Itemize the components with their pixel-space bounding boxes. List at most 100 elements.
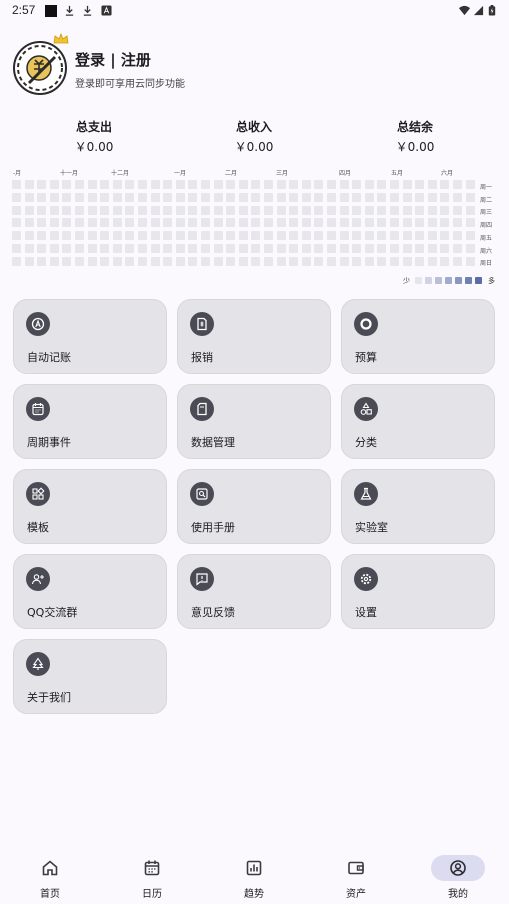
heatmap-cell: [213, 218, 223, 228]
heatmap-cell: [465, 244, 475, 253]
heatmap-cell: [226, 205, 236, 215]
heatmap-cell: [213, 205, 223, 215]
nav-home[interactable]: 首页: [5, 852, 95, 902]
heatmap-cell: [125, 192, 135, 202]
heatmap-cell: [390, 244, 399, 253]
card-settings[interactable]: 设置: [341, 554, 495, 629]
heatmap-cell: [12, 256, 21, 266]
heatmap-cell: [301, 244, 311, 253]
heatmap-cell: [251, 192, 261, 202]
heatmap-cell: [339, 231, 349, 241]
heatmap-cell: [24, 205, 34, 215]
nav-assets[interactable]: 资产: [311, 852, 401, 902]
card-about-us[interactable]: 关于我们: [13, 639, 167, 714]
nav-calendar[interactable]: 日历: [107, 852, 197, 902]
heatmap-cell: [364, 244, 374, 253]
heatmap-cell: [12, 244, 21, 253]
heatmap-cell: [276, 231, 286, 241]
legend-more-label: 多: [488, 277, 495, 285]
nav-label: 日历: [142, 889, 162, 900]
heatmap-cell: [150, 180, 160, 189]
heatmap-cell: [276, 205, 286, 215]
total-balance-value: ￥0.00: [395, 140, 435, 154]
heatmap-cell: [301, 256, 311, 266]
heatmap-cell: [314, 256, 324, 266]
heatmap-cell: [24, 192, 34, 202]
heatmap-cell: [427, 192, 437, 202]
card-data-management[interactable]: 数据管理: [177, 384, 331, 459]
heatmap-cell: [339, 180, 349, 189]
legend-swatch: [415, 277, 422, 284]
heatmap-cell: [289, 244, 299, 253]
heatmap-cell: [251, 180, 261, 189]
heatmap-cell: [339, 192, 349, 202]
heatmap-cell: [163, 256, 173, 266]
login-register-title[interactable]: 登录 | 注册: [75, 49, 151, 70]
heatmap-cell: [201, 218, 210, 228]
card-budget[interactable]: 预算: [341, 299, 495, 374]
heatmap-cell: [314, 231, 324, 241]
heatmap-month-label: 五月: [391, 170, 404, 177]
legend-swatch: [475, 277, 482, 284]
heatmap-cell: [62, 180, 72, 189]
heatmap-cell: [24, 231, 34, 241]
home-icon: [38, 858, 62, 878]
card-feedback[interactable]: 意见反馈: [177, 554, 331, 629]
card-lab[interactable]: 实验室: [341, 469, 495, 544]
heatmap-cell: [125, 205, 135, 215]
card-qq-group[interactable]: QQ交流群: [13, 554, 167, 629]
heatmap-cell: [100, 192, 110, 202]
heatmap-cell: [37, 231, 47, 241]
heatmap-month-label: 三月: [276, 170, 289, 177]
card-recurring-events[interactable]: 周期事件: [13, 384, 167, 459]
heatmap-cell: [226, 244, 236, 253]
card-label: 关于我们: [27, 691, 71, 704]
heatmap-cell: [427, 231, 437, 241]
heatmap-cell: [402, 180, 412, 189]
heatmap-cell: [314, 180, 324, 189]
heatmap-cell: [427, 205, 437, 215]
heatmap-cell: [175, 205, 185, 215]
heatmap-cell: [100, 180, 110, 189]
nav-label: 我的: [448, 889, 468, 900]
heatmap-cell: [175, 192, 185, 202]
heatmap-cell: [276, 180, 286, 189]
heatmap-cell: [201, 180, 210, 189]
heatmap-cell: [402, 256, 412, 266]
heatmap-cell: [301, 192, 311, 202]
heatmap-cell: [138, 205, 147, 215]
card-user-manual[interactable]: 使用手册: [177, 469, 331, 544]
flask-icon: [354, 482, 378, 506]
signal-icon: [473, 5, 484, 16]
heatmap-cell: [238, 256, 248, 266]
card-auto-bookkeeping[interactable]: 自动记账: [13, 299, 167, 374]
card-category[interactable]: 分类: [341, 384, 495, 459]
heatmap-cell: [440, 180, 450, 189]
nav-mine[interactable]: 我的: [413, 852, 503, 902]
heatmap-cell: [377, 205, 387, 215]
heatmap-cell: [453, 205, 462, 215]
heatmap-cell: [238, 218, 248, 228]
heatmap-cell: [364, 218, 374, 228]
heatmap-cell: [440, 192, 450, 202]
heatmap-cell: [175, 231, 185, 241]
heatmap-cell: [415, 192, 425, 202]
heatmap-cell: [112, 205, 122, 215]
heatmap-cell: [75, 192, 84, 202]
card-reimbursement[interactable]: 报销: [177, 299, 331, 374]
group-add-icon: [26, 567, 50, 591]
heatmap-cell: [12, 180, 21, 189]
heatmap-cell: [213, 256, 223, 266]
card-templates[interactable]: 模板: [13, 469, 167, 544]
heatmap-cell: [112, 256, 122, 266]
heatmap-cell: [465, 205, 475, 215]
avatar[interactable]: [13, 41, 67, 95]
heatmap-cell: [390, 231, 399, 241]
heatmap-cell: [62, 244, 72, 253]
heatmap-cell: [163, 205, 173, 215]
heatmap-cell: [289, 205, 299, 215]
nav-trend[interactable]: 趋势: [209, 852, 299, 902]
heatmap-cell: [188, 180, 198, 189]
heatmap-cell: [327, 231, 336, 241]
heatmap-cell: [301, 218, 311, 228]
